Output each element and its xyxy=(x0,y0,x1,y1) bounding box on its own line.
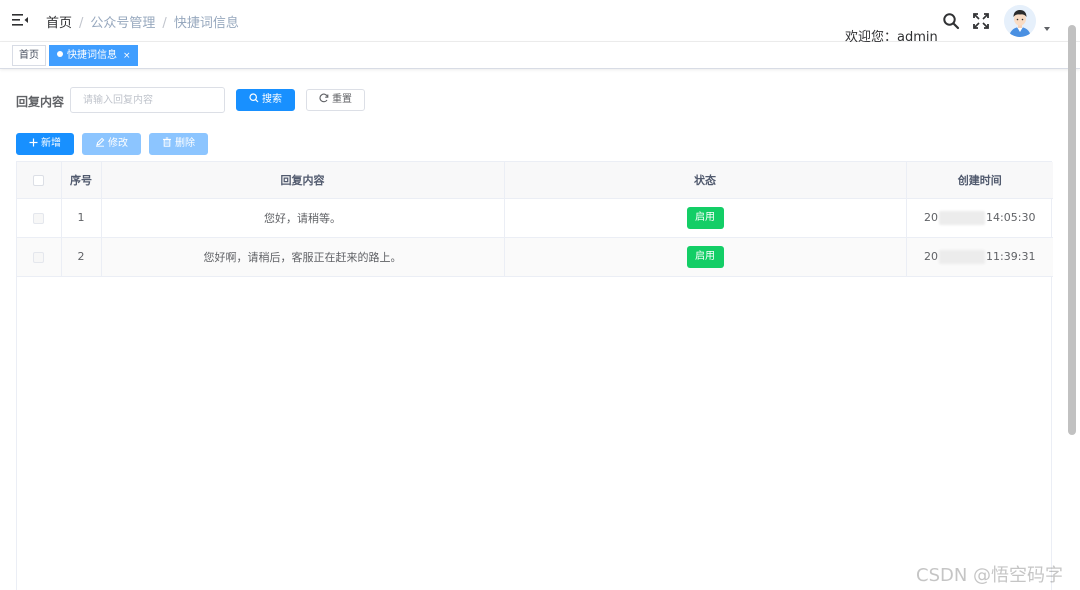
tag-quick-reply-label: 快捷词信息 xyxy=(67,50,117,61)
tag-home-label: 首页 xyxy=(19,50,39,61)
status-badge: 启用 xyxy=(686,206,724,229)
row-created-time: 20 14:05:30 xyxy=(906,198,1053,238)
tag-home[interactable]: 首页 xyxy=(12,45,46,66)
tags-view: 首页 快捷词信息 × xyxy=(0,42,1080,69)
table-row[interactable]: 1 您好，请稍等。 启用 20 14:05:30 xyxy=(17,198,1053,238)
search-button[interactable]: 搜索 xyxy=(236,89,295,111)
navbar: 首页 / 公众号管理 / 快捷词信息 欢迎您：admin xyxy=(0,0,1080,45)
created-time-prefix: 20 xyxy=(924,249,939,263)
created-time-prefix: 20 xyxy=(924,210,939,224)
select-all-checkbox[interactable] xyxy=(33,174,45,186)
hamburger-menu-icon[interactable] xyxy=(12,13,28,27)
search-icon[interactable] xyxy=(942,12,960,30)
reset-button[interactable]: 重置 xyxy=(306,89,365,111)
search-icon xyxy=(249,93,259,103)
row-index: 2 xyxy=(61,237,102,277)
user-avatar-icon xyxy=(1004,5,1036,37)
delete-button[interactable]: 删除 xyxy=(149,133,208,155)
column-header-content: 回复内容 xyxy=(101,162,505,199)
edit-button[interactable]: 修改 xyxy=(82,133,141,155)
breadcrumb-item-quick-reply: 快捷词信息 xyxy=(173,16,239,31)
column-header-index: 序号 xyxy=(61,162,102,199)
breadcrumb: 首页 / 公众号管理 / 快捷词信息 xyxy=(46,12,239,31)
status-badge: 启用 xyxy=(686,245,724,268)
breadcrumb-item-official-account: 公众号管理 xyxy=(90,16,156,31)
row-checkbox[interactable] xyxy=(33,212,45,224)
refresh-icon xyxy=(319,93,329,103)
caret-down-icon[interactable] xyxy=(1044,27,1050,31)
content-search-input[interactable] xyxy=(70,87,225,113)
row-select-cell xyxy=(17,198,62,238)
vertical-scrollbar[interactable] xyxy=(1068,25,1076,435)
row-index: 1 xyxy=(61,198,102,238)
created-time-suffix: 11:39:31 xyxy=(986,249,1036,263)
reset-button-label: 重置 xyxy=(332,94,352,105)
row-status-cell: 启用 xyxy=(504,237,907,277)
redacted-date xyxy=(939,210,986,225)
table-header-row: 序号 回复内容 状态 创建时间 xyxy=(17,162,1053,199)
created-time-suffix: 14:05:30 xyxy=(986,210,1036,224)
row-content: 您好，请稍等。 xyxy=(101,198,505,238)
plus-icon xyxy=(29,138,38,146)
close-icon[interactable]: × xyxy=(123,47,131,66)
quick-reply-table: 序号 回复内容 状态 创建时间 1 您好，请稍等。 启用 20 14:05:30 … xyxy=(16,161,1053,590)
breadcrumb-separator: / xyxy=(162,16,167,31)
delete-icon xyxy=(163,137,171,147)
breadcrumb-item-home[interactable]: 首页 xyxy=(46,16,72,31)
breadcrumb-separator: / xyxy=(79,16,84,31)
row-created-time: 20 11:39:31 xyxy=(906,237,1053,277)
edit-icon xyxy=(96,137,105,147)
edit-button-label: 修改 xyxy=(108,138,128,149)
search-button-label: 搜索 xyxy=(262,94,282,105)
redacted-date xyxy=(939,249,986,264)
tag-quick-reply[interactable]: 快捷词信息 × xyxy=(49,45,138,66)
column-header-created-time: 创建时间 xyxy=(906,162,1053,199)
add-button-label: 新增 xyxy=(41,138,61,149)
watermark: CSDN @悟空码字 xyxy=(916,565,1064,586)
column-header-status: 状态 xyxy=(504,162,907,199)
row-select-cell xyxy=(17,237,62,277)
table-row[interactable]: 2 您好啊，请稍后，客服正在赶来的路上。 启用 20 11:39:31 xyxy=(17,237,1053,277)
delete-button-label: 删除 xyxy=(175,138,195,149)
row-status-cell: 启用 xyxy=(504,198,907,238)
row-checkbox[interactable] xyxy=(33,251,45,263)
content-filter-label: 回复内容 xyxy=(16,95,65,109)
fullscreen-icon[interactable] xyxy=(972,12,990,30)
avatar[interactable] xyxy=(1004,5,1036,37)
add-button[interactable]: 新增 xyxy=(16,133,74,155)
row-content: 您好啊，请稍后，客服正在赶来的路上。 xyxy=(101,237,505,277)
active-dot-icon xyxy=(57,51,63,57)
select-all-cell xyxy=(17,162,62,199)
